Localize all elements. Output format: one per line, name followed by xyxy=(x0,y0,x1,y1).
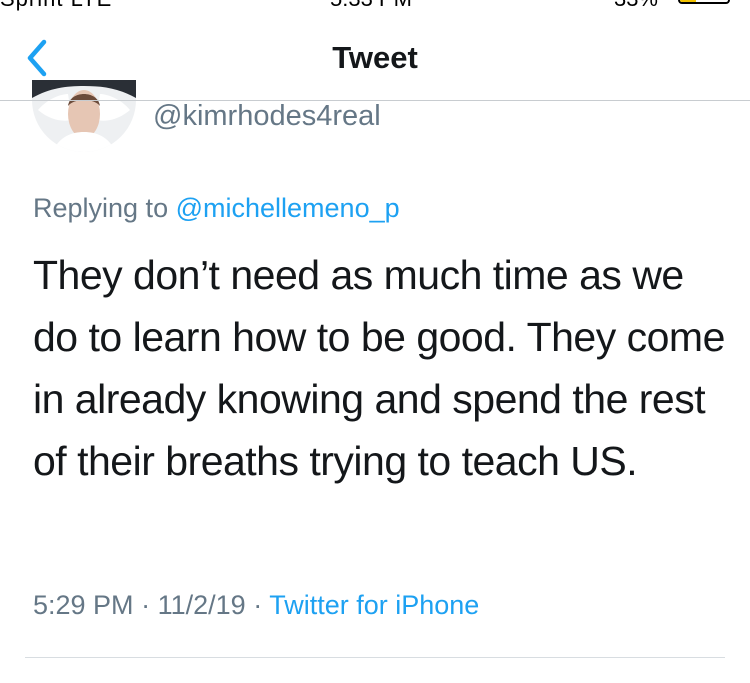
tweet-text: They don’t need as much time as we do to… xyxy=(33,252,725,484)
status-bar: Sprint LTE 5:33 PM 33% xyxy=(0,0,750,12)
tweet-source-link[interactable]: Twitter for iPhone xyxy=(269,590,479,620)
meta-separator: · xyxy=(141,590,151,620)
user-handle[interactable]: @kimrhodes4real xyxy=(153,100,381,133)
user-avatar[interactable] xyxy=(32,80,136,152)
tweet-time: 5:29 PM xyxy=(33,590,134,620)
battery-percent: 33% xyxy=(614,0,658,12)
battery-icon xyxy=(678,0,730,4)
carrier-label: Sprint LTE xyxy=(0,0,112,12)
replying-to-line: Replying to @michellemeno_p xyxy=(33,193,400,224)
meta-separator: · xyxy=(253,590,263,620)
replying-to-user-link[interactable]: @michellemeno_p xyxy=(176,193,400,223)
content-divider xyxy=(25,657,725,658)
tweet-date: 11/2/19 xyxy=(157,590,246,620)
profile-photo-icon xyxy=(32,80,136,152)
tweet-metadata: 5:29 PM · 11/2/19 · Twitter for iPhone xyxy=(33,590,479,621)
status-time: 5:33 PM xyxy=(330,0,412,12)
page-title: Tweet xyxy=(332,40,418,75)
battery-level-fill xyxy=(680,0,696,2)
replying-to-label: Replying to xyxy=(33,193,169,223)
header-divider xyxy=(0,100,750,101)
